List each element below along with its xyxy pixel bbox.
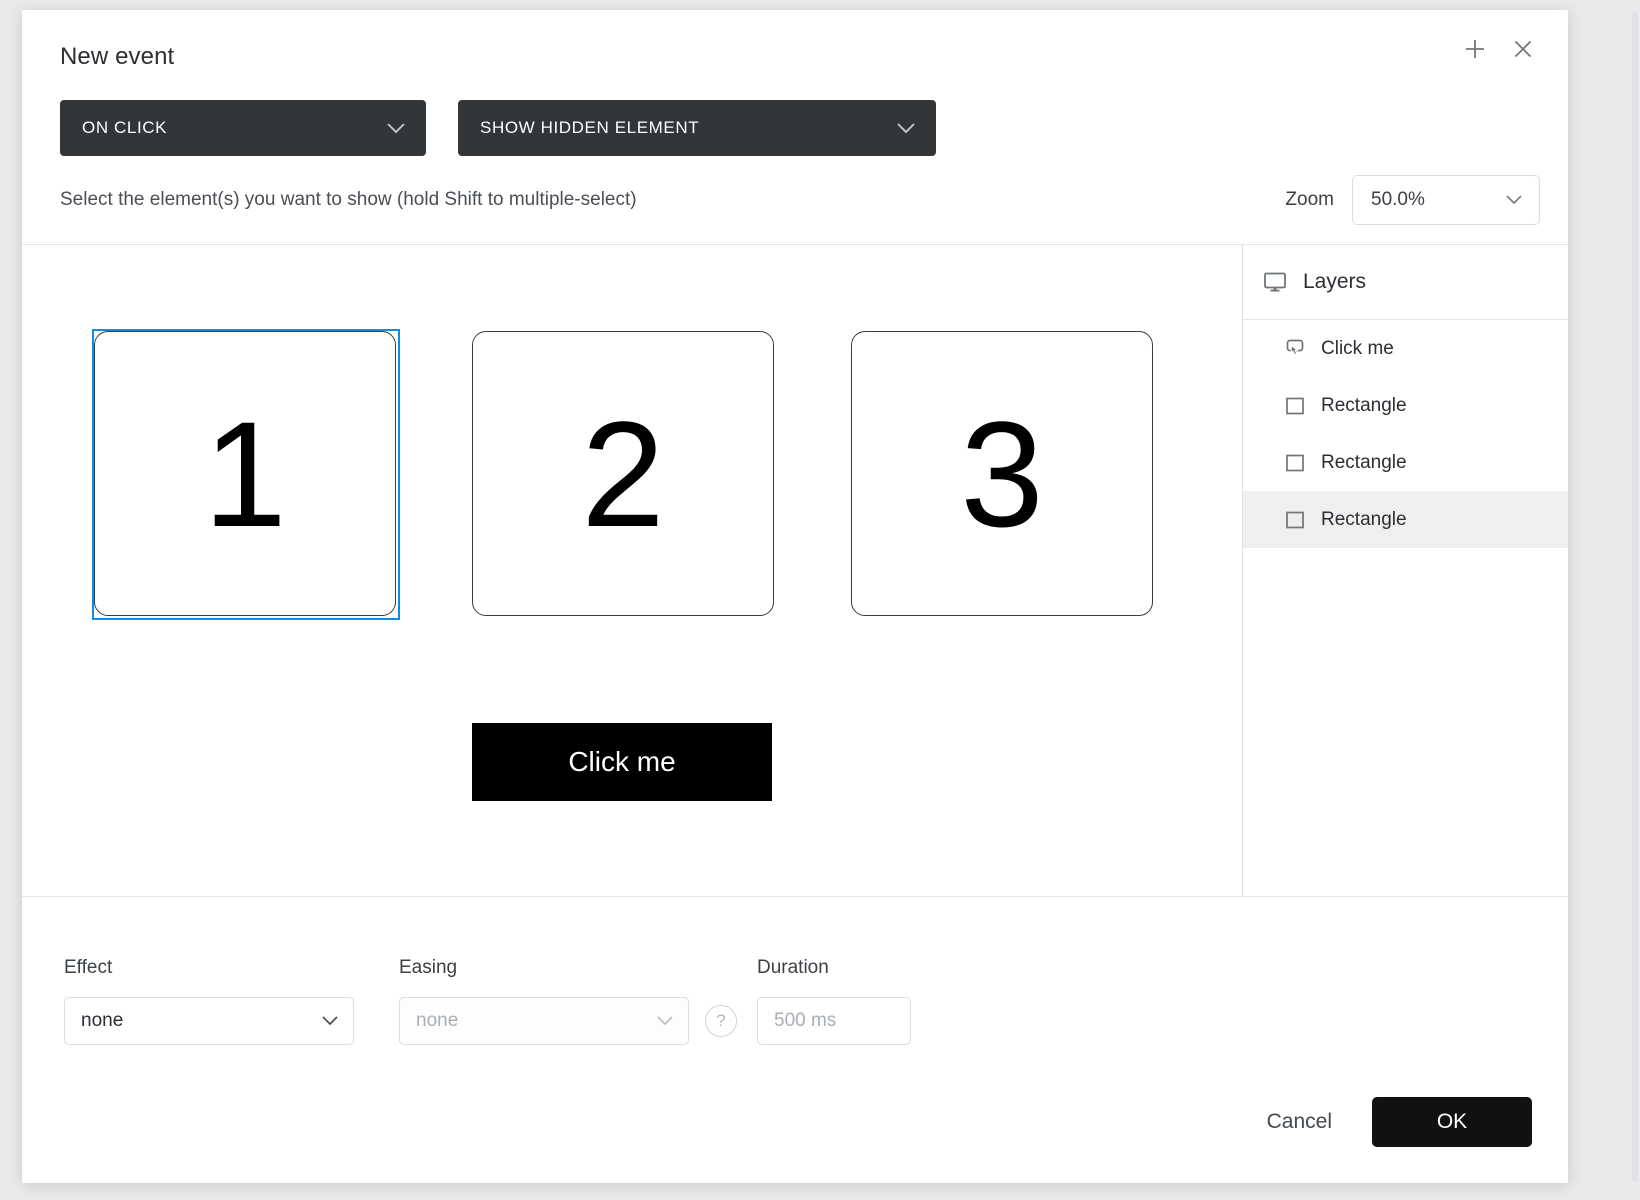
instruction-row: Select the element(s) you want to show (… (22, 156, 1568, 244)
canvas-shape-1[interactable]: 1 (94, 331, 396, 616)
easing-select[interactable]: none (399, 997, 689, 1045)
square-icon (1283, 394, 1307, 418)
easing-label: Easing (399, 957, 458, 978)
event-type-select[interactable]: ON CLICK (60, 100, 426, 156)
layer-item-label: Click me (1321, 337, 1394, 359)
layer-item-rectangle-3[interactable]: Rectangle (1243, 491, 1568, 548)
action-type-value: SHOW HIDDEN ELEMENT (480, 118, 700, 137)
layers-panel: Layers Click me Rectangle Rectangle Rect… (1243, 245, 1568, 896)
chevron-down-icon (386, 122, 426, 135)
effect-value: none (81, 1010, 124, 1031)
layers-panel-title: Layers (1303, 270, 1367, 293)
zoom-value: 50.0% (1371, 189, 1425, 210)
chevron-down-icon (656, 1015, 688, 1027)
layer-item-label: Rectangle (1321, 508, 1407, 530)
square-icon (1283, 451, 1307, 475)
effect-select[interactable]: none (64, 997, 354, 1045)
canvas-shape-2[interactable]: 2 (472, 331, 774, 616)
instruction-text: Select the element(s) you want to show (… (60, 189, 637, 210)
canvas-shape-3[interactable]: 3 (851, 331, 1153, 616)
canvas-click-me-button[interactable]: Click me (472, 723, 772, 801)
easing-field: Easing none (399, 957, 689, 1045)
effect-label: Effect (64, 957, 113, 978)
event-type-value: ON CLICK (82, 118, 168, 137)
duration-input-wrap[interactable]: 500 ms (757, 997, 911, 1045)
cancel-button[interactable]: Cancel (1261, 1102, 1338, 1142)
action-type-select[interactable]: SHOW HIDDEN ELEMENT (458, 100, 936, 156)
dialog-body: 1 2 3 Click me Layers Click me Rectangle… (22, 245, 1568, 897)
chevron-down-icon (896, 122, 936, 135)
chevron-down-icon (1505, 194, 1539, 206)
layer-item-label: Rectangle (1321, 451, 1407, 473)
canvas-shape-3-label: 3 (960, 389, 1044, 558)
monitor-icon (1263, 270, 1287, 294)
layer-item-label: Rectangle (1321, 394, 1407, 416)
layers-panel-header: Layers (1243, 245, 1568, 320)
easing-value: none (416, 1010, 459, 1031)
ok-button[interactable]: OK (1372, 1097, 1532, 1147)
chevron-down-icon (321, 1015, 353, 1027)
window-scrollbar[interactable] (1632, 12, 1638, 1182)
duration-field: Duration 500 ms (757, 957, 911, 1045)
duration-label: Duration (757, 957, 829, 978)
trigger-action-row: ON CLICK SHOW HIDDEN ELEMENT (22, 10, 1568, 156)
canvas-shape-2-label: 2 (581, 389, 665, 558)
square-icon (1283, 508, 1307, 532)
new-event-dialog: New event ON CLICK SHOW HIDDEN ELEMENT S… (22, 10, 1568, 1183)
question-mark-icon[interactable]: ? (705, 1005, 737, 1037)
canvas-click-me-label: Click me (568, 746, 676, 777)
layer-item-rectangle-2[interactable]: Rectangle (1243, 434, 1568, 491)
duration-input[interactable]: 500 ms (758, 1010, 910, 1032)
zoom-select[interactable]: 50.0% (1352, 175, 1540, 225)
canvas-shape-1-label: 1 (203, 389, 287, 558)
zoom-label: Zoom (1285, 189, 1334, 210)
layer-item-click-me[interactable]: Click me (1243, 320, 1568, 377)
design-canvas[interactable]: 1 2 3 Click me (22, 245, 1243, 896)
effect-field: Effect none (64, 957, 354, 1045)
zoom-control-group: Zoom 50.0% (1285, 175, 1540, 225)
dialog-header: New event ON CLICK SHOW HIDDEN ELEMENT S… (22, 10, 1568, 245)
screenshot-root: New event ON CLICK SHOW HIDDEN ELEMENT S… (0, 0, 1640, 1200)
dialog-action-buttons: Cancel OK (1261, 1097, 1532, 1147)
button-cursor-icon (1283, 337, 1307, 361)
dialog-footer: Effect none Easing none ? Duration 500 m… (22, 897, 1568, 1183)
layer-item-rectangle-1[interactable]: Rectangle (1243, 377, 1568, 434)
animation-settings-row: Effect none Easing none ? Duration 500 m… (22, 897, 1568, 1045)
